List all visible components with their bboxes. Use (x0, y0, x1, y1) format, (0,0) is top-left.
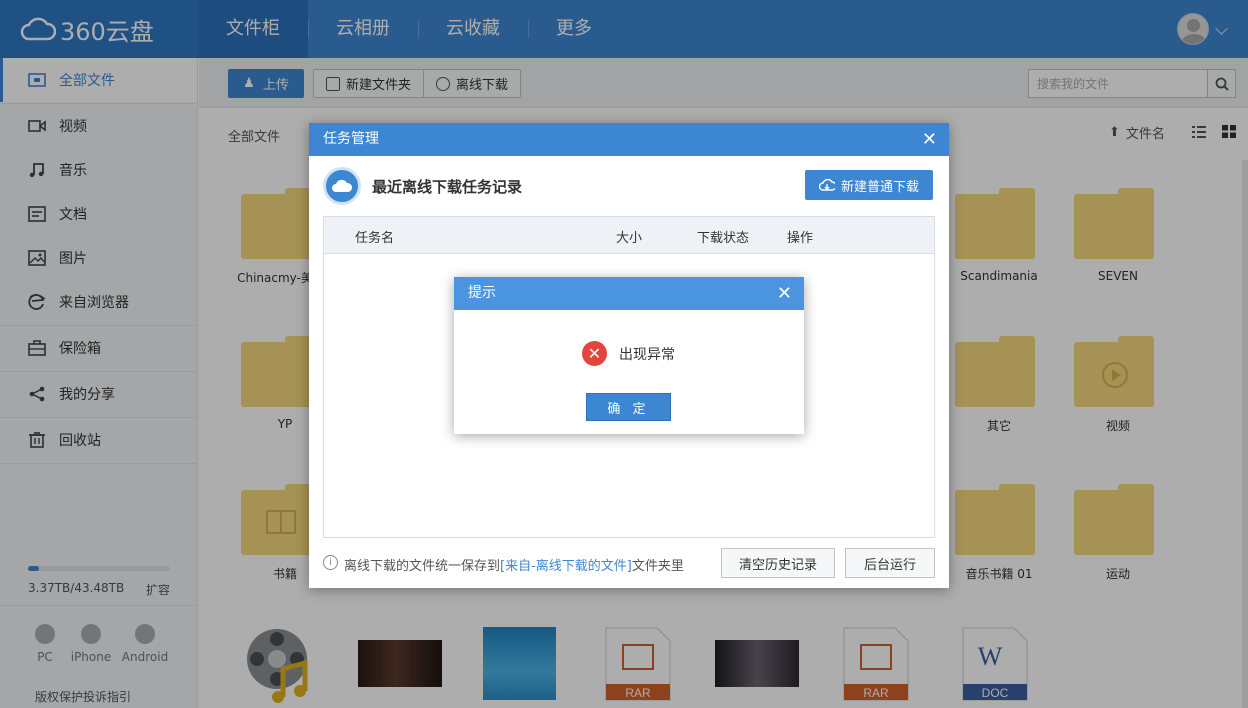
cloud-icon (323, 167, 361, 205)
alert-dialog: 提示 ✕ ✕ 出现异常 确 定 (454, 277, 804, 434)
close-icon[interactable]: ✕ (777, 277, 792, 310)
footer-prefix: 离线下载的文件统一保存到 (344, 559, 501, 574)
error-icon: ✕ (582, 341, 607, 366)
dialog-footer: i 离线下载的文件统一保存到[来自-离线下载的文件]文件夹里 清空历史记录 后台… (323, 548, 935, 578)
alert-title-bar: 提示 ✕ (454, 277, 804, 310)
clear-history-button[interactable]: 清空历史记录 (721, 548, 835, 578)
column-size: 大小 (616, 231, 643, 246)
dialog-title: 任务管理 (323, 131, 379, 147)
confirm-button[interactable]: 确 定 (586, 393, 671, 421)
background-run-button[interactable]: 后台运行 (845, 548, 935, 578)
table-header: 任务名 大小 下载状态 操作 (324, 217, 934, 254)
footer-suffix: 文件夹里 (631, 559, 684, 574)
alert-message-text: 出现异常 (619, 346, 675, 363)
new-download-label: 新建普通下载 (840, 179, 919, 195)
dialog-title-bar: 任务管理 ✕ (309, 123, 949, 156)
task-record-heading: 最近离线下载任务记录 (372, 178, 523, 196)
column-task-name: 任务名 (355, 231, 395, 246)
cloud-download-icon (818, 178, 835, 191)
offline-folder-link[interactable]: [来自-离线下载的文件] (500, 559, 632, 574)
new-download-button[interactable]: 新建普通下载 (805, 170, 933, 200)
column-download-status: 下载状态 (697, 231, 750, 246)
dialog-header: 最近离线下载任务记录 新建普通下载 (309, 156, 949, 216)
alert-title: 提示 (468, 285, 496, 301)
alert-message: ✕ 出现异常 (582, 341, 675, 366)
close-icon[interactable]: ✕ (922, 123, 937, 156)
footer-note: 离线下载的文件统一保存到[来自-离线下载的文件]文件夹里 (344, 555, 684, 574)
info-icon: i (323, 555, 338, 570)
column-actions: 操作 (787, 231, 814, 246)
